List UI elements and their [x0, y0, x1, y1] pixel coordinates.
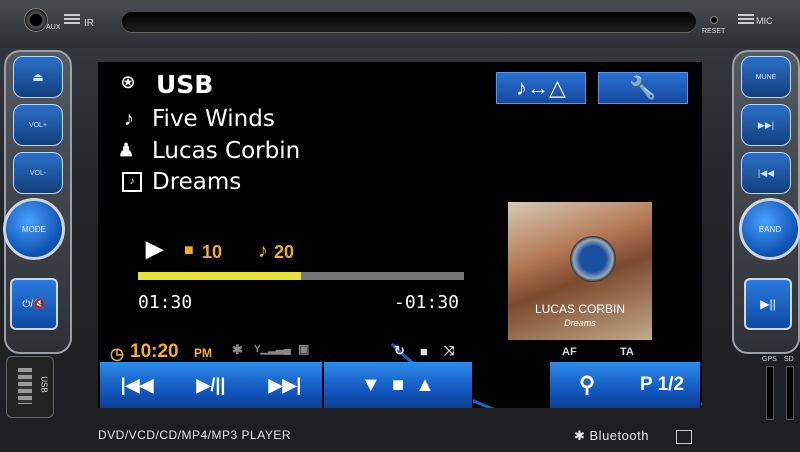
disc-slot[interactable] [122, 12, 696, 32]
note-to-nav-icon: ♪↔△ [516, 75, 566, 100]
reset-button[interactable] [710, 16, 718, 24]
usb-icon: ⍟ [122, 72, 134, 94]
headphone-icon [570, 236, 616, 282]
vol-up-button[interactable]: VOL+ [13, 104, 63, 146]
folder-nav-icon: ▼ ■ ▲ [361, 373, 435, 396]
repeat-icon[interactable]: ↻ [394, 343, 405, 359]
wrench-icon: 🔧 [629, 75, 657, 100]
gps-label: GPS [762, 356, 777, 363]
signal-icon: Y▁▂▃▄ [254, 344, 291, 355]
bluetooth-label: Bluetooth [589, 428, 649, 443]
folder-nav-button[interactable]: ▼ ■ ▲ [324, 362, 473, 408]
music-note-icon: ♪ [124, 108, 134, 130]
clock-icon: ◷ [110, 346, 124, 363]
settings-button[interactable]: 🔧 [598, 72, 688, 104]
artist-name: Lucas Corbin [152, 138, 301, 164]
folder-icon: ■ [184, 242, 194, 259]
bluetooth-logo: ✱ Bluetooth [574, 428, 649, 444]
bluetooth-status-icon: ✱ [232, 342, 243, 357]
mic-icon [738, 14, 754, 24]
track-number: 20 [274, 242, 295, 262]
album-icon: ♪ [122, 172, 142, 192]
ta-label: TA [620, 346, 634, 358]
album-art: LUCAS CORBIN Dreams [508, 202, 652, 340]
power-mute-icon: ⏻/🔇 [22, 298, 46, 310]
display-screen: ⍟ USB ♪ Five Winds ♟ Lucas Corbin ♪ Drea… [98, 62, 702, 408]
skip-forward-icon: ▶▶| [268, 374, 302, 395]
eject-icon: ⏏ [32, 70, 44, 84]
play-pause-button[interactable]: ▶/|| [174, 362, 249, 408]
skip-back-icon: |◀◀ [120, 374, 154, 395]
head-unit: AUX IR RESET MIC ⏏ VOL+ VOL- MODE ⏻/🔇 US… [0, 0, 800, 452]
album-art-artist: LUCAS CORBIN [534, 302, 626, 316]
reset-label: RESET [702, 28, 726, 35]
search-icon: ⚲ [578, 372, 596, 397]
mode-button[interactable]: MODE [3, 198, 65, 260]
af-label: AF [562, 346, 577, 358]
clock-ampm: PM [194, 346, 212, 360]
progress-bar[interactable] [138, 272, 464, 280]
usb-port-label: USB [39, 376, 49, 393]
phone-battery-icon: ▣ [298, 342, 310, 356]
play-pause-screen-icon: ▶/|| [196, 374, 226, 395]
progress-fill [138, 272, 301, 280]
next-button[interactable]: ▶▶| [248, 362, 323, 408]
mic-label: MIC [756, 16, 773, 26]
eject-button[interactable]: ⏏ [13, 56, 63, 98]
av-source-switch-button[interactable]: ♪↔△ [496, 72, 586, 104]
ir-sensor-icon [64, 14, 80, 24]
folder-number: 10 [202, 242, 223, 262]
aux-label: AUX [46, 24, 61, 31]
model-label: DVD/VCD/CD/MP4/MP3 PLAYER [98, 428, 291, 442]
ir-label: IR [84, 18, 94, 29]
sd-card-slot[interactable] [786, 366, 794, 420]
album-art-title: Dreams [564, 318, 596, 328]
artist-icon: ♟ [118, 140, 135, 160]
vol-down-button[interactable]: VOL- [13, 152, 63, 194]
shuffle-icon[interactable]: ⤨ [444, 343, 454, 359]
mune-button[interactable]: MUNE [741, 56, 791, 98]
prev-track-button[interactable]: |◀◀ [741, 152, 791, 194]
remaining-time: -01:30 [394, 292, 460, 313]
next-track-button[interactable]: ▶▶| [741, 104, 791, 146]
touchscreen-icon [676, 430, 692, 444]
next-icon: ▶▶| [757, 119, 775, 130]
play-pause-hw-button[interactable]: ▶|| [744, 278, 792, 330]
track-note-icon: ♪ [258, 240, 268, 262]
source-label: USB [156, 70, 214, 99]
album-name: Dreams [152, 169, 242, 195]
play-pause-icon: ▶|| [760, 297, 776, 311]
gps-card-slot[interactable] [766, 366, 774, 420]
prev-icon: |◀◀ [757, 167, 775, 178]
aux-jack[interactable] [24, 8, 48, 32]
band-button[interactable]: BAND [739, 198, 800, 260]
prev-button[interactable]: |◀◀ [100, 362, 175, 408]
track-title: Five Winds [152, 106, 275, 132]
sd-label: SD [784, 356, 794, 363]
page-button[interactable]: P 1/2 [624, 362, 701, 408]
search-button[interactable]: ⚲ [550, 362, 625, 408]
usb-port [18, 368, 32, 404]
bluetooth-icon: ✱ [574, 428, 590, 443]
elapsed-time: 01:30 [138, 292, 193, 313]
power-mute-button[interactable]: ⏻/🔇 [10, 278, 58, 330]
play-state-icon: ▶ [146, 236, 163, 261]
folder-mode-icon[interactable]: ■ [420, 344, 428, 359]
clock-time: 10:20 [130, 341, 179, 362]
